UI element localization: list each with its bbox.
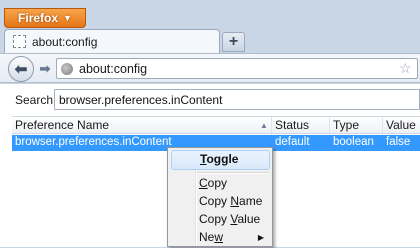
menu-item-new[interactable]: New ▶: [171, 228, 270, 248]
context-menu: Toggle Copy Copy Name Copy Value New ▶: [167, 147, 273, 247]
firefox-menu-label: Firefox: [18, 11, 59, 25]
cell-status: default: [275, 136, 310, 148]
menu-accel: w: [214, 230, 224, 244]
url-text: about:config: [79, 61, 148, 76]
menu-item-copy-name[interactable]: Copy Name: [171, 192, 270, 212]
tab-title: about:config: [32, 34, 98, 49]
menu-item-toggle[interactable]: Toggle: [171, 150, 270, 170]
new-tab-button[interactable]: +: [222, 32, 245, 52]
menu-label-pre: Ne: [199, 230, 215, 244]
menu-item-copy[interactable]: Copy: [171, 174, 270, 194]
firefox-menu-button[interactable]: Firefox ▼: [4, 8, 86, 28]
menu-item-copy-value[interactable]: Copy Value: [171, 210, 270, 230]
menu-label-rest: oggle: [206, 152, 239, 166]
table-header: Preference Name ▲ Status Type Value: [12, 116, 420, 135]
tab-about-config[interactable]: about:config: [4, 29, 220, 53]
forward-button[interactable]: ➡: [35, 60, 55, 78]
menu-label-rest: opy: [207, 176, 228, 190]
cell-type: boolean: [333, 136, 374, 148]
menu-accel: N: [230, 194, 240, 208]
menu-label-pre: Copy: [199, 212, 231, 226]
menu-label-rest: alue: [237, 212, 261, 226]
blank-page-icon: [13, 35, 26, 48]
column-header-value[interactable]: Value: [383, 117, 420, 135]
search-input[interactable]: [54, 89, 420, 110]
forward-arrow-icon: ➡: [39, 61, 51, 76]
sort-ascending-icon: ▲: [260, 121, 268, 130]
search-label: Search:: [15, 93, 57, 107]
submenu-arrow-icon: ▶: [257, 233, 264, 242]
cell-value: false: [386, 136, 411, 148]
globe-icon: [61, 62, 73, 75]
chevron-down-icon: ▼: [63, 13, 72, 23]
menu-label-pre: Copy: [199, 194, 231, 208]
bookmark-star-icon[interactable]: ☆: [399, 59, 413, 77]
column-header-preference-name[interactable]: Preference Name: [12, 117, 272, 135]
back-button[interactable]: ⬅: [8, 56, 34, 82]
menu-accel: C: [199, 176, 208, 190]
column-header-status[interactable]: Status: [272, 117, 330, 135]
url-bar[interactable]: about:config: [56, 58, 418, 79]
back-arrow-icon: ⬅: [14, 61, 28, 78]
column-header-type[interactable]: Type: [330, 117, 383, 135]
menu-label-rest: ame: [239, 194, 263, 208]
